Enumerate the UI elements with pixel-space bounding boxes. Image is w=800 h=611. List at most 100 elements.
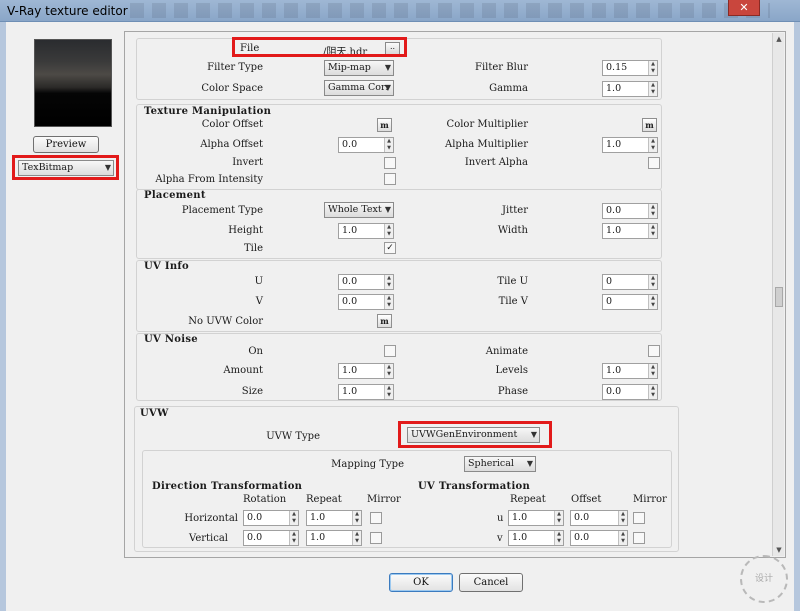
spinner-arrows-icon[interactable]: ▲ ▼	[384, 364, 393, 378]
width-field[interactable]: 1.0 ▲ ▼	[602, 223, 658, 239]
spinner-arrows-icon[interactable]: ▲ ▼	[554, 511, 563, 525]
placement-type-dropdown[interactable]: Whole Text ▼	[324, 202, 394, 218]
u-field[interactable]: 0.0 ▲ ▼	[338, 274, 394, 290]
jitter-field[interactable]: 0.0 ▲ ▼	[602, 203, 658, 219]
spinner-arrows-icon[interactable]: ▲ ▼	[648, 138, 657, 152]
size-value: 1.0	[342, 386, 358, 397]
spinner-arrows-icon[interactable]: ▲ ▼	[618, 531, 627, 545]
cancel-button[interactable]: Cancel	[459, 573, 523, 592]
vertical-scrollbar[interactable]: ▲ ▼	[772, 33, 784, 556]
filter-type-label: Filter Type	[207, 62, 263, 73]
spinner-arrows-icon[interactable]: ▲ ▼	[384, 275, 393, 289]
watermark-logo: 设计	[740, 555, 788, 603]
preview-button[interactable]: Preview	[33, 136, 99, 153]
alpha-from-intensity-checkbox[interactable]	[384, 173, 396, 185]
jitter-label: Jitter	[502, 205, 528, 216]
spinner-arrows-icon[interactable]: ▲ ▼	[648, 275, 657, 289]
mapping-type-label: Mapping Type	[331, 459, 404, 470]
color-offset-map-button[interactable]: m	[377, 118, 392, 132]
alpha-offset-field[interactable]: 0.0 ▲ ▼	[338, 137, 394, 153]
spinner-arrows-icon[interactable]: ▲ ▼	[384, 295, 393, 309]
spinner-arrows-icon[interactable]: ▲ ▼	[618, 511, 627, 525]
placement-type-value: Whole Text	[328, 204, 382, 215]
texture-preview-image	[34, 39, 112, 127]
spinner-arrows-icon[interactable]: ▲ ▼	[384, 385, 393, 399]
tile-v-value: 0	[606, 296, 613, 307]
alpha-multiplier-field[interactable]: 1.0 ▲ ▼	[602, 137, 658, 153]
amount-field[interactable]: 1.0 ▲ ▼	[338, 363, 394, 379]
v-mirror-checkbox[interactable]	[633, 532, 645, 544]
levels-field[interactable]: 1.0 ▲ ▼	[602, 363, 658, 379]
horizontal-mirror-checkbox[interactable]	[370, 512, 382, 524]
spinner-arrows-icon[interactable]: ▲ ▼	[648, 82, 657, 96]
mapping-type-dropdown[interactable]: Spherical ▼	[464, 456, 536, 472]
scroll-thumb[interactable]	[775, 287, 783, 307]
spinner-arrows-icon[interactable]: ▲ ▼	[352, 531, 361, 545]
scroll-up-icon[interactable]: ▲	[773, 33, 785, 45]
chevron-down-icon: ▼	[526, 459, 533, 468]
ok-button[interactable]: OK	[389, 573, 453, 592]
animate-checkbox[interactable]	[648, 345, 660, 357]
uv-noise-title: UV Noise	[144, 334, 198, 345]
color-multiplier-map-button[interactable]: m	[642, 118, 657, 132]
spinner-arrows-icon[interactable]: ▲ ▼	[648, 224, 657, 238]
no-uvw-color-map-button[interactable]: m	[377, 314, 392, 328]
height-field[interactable]: 1.0 ▲ ▼	[338, 223, 394, 239]
tile-u-field[interactable]: 0 ▲ ▼	[602, 274, 658, 290]
alpha-offset-value: 0.0	[342, 139, 358, 150]
spinner-arrows-icon[interactable]: ▲ ▼	[384, 224, 393, 238]
vertical-rotation-value: 0.0	[247, 532, 263, 543]
invert-alpha-checkbox[interactable]	[648, 157, 660, 169]
horizontal-repeat-field[interactable]: 1.0 ▲ ▼	[306, 510, 362, 526]
invert-checkbox[interactable]	[384, 157, 396, 169]
highlight-uvw-type	[398, 421, 552, 448]
spinner-arrows-icon[interactable]: ▲ ▼	[554, 531, 563, 545]
u-repeat-field[interactable]: 1.0 ▲ ▼	[508, 510, 564, 526]
horizontal-rotation-field[interactable]: 0.0 ▲ ▼	[243, 510, 299, 526]
texture-manipulation-title: Texture Manipulation	[144, 106, 272, 117]
vertical-rotation-field[interactable]: 0.0 ▲ ▼	[243, 530, 299, 546]
scroll-down-icon[interactable]: ▼	[773, 544, 785, 556]
spinner-arrows-icon[interactable]: ▲ ▼	[289, 531, 298, 545]
spinner-arrows-icon[interactable]: ▲ ▼	[289, 511, 298, 525]
vertical-repeat-field[interactable]: 1.0 ▲ ▼	[306, 530, 362, 546]
v-repeat-field[interactable]: 1.0 ▲ ▼	[508, 530, 564, 546]
gamma-value: 1.0	[606, 83, 622, 94]
filter-blur-field[interactable]: 0.15 ▲ ▼	[602, 60, 658, 76]
alpha-multiplier-value: 1.0	[606, 139, 622, 150]
tile-label: Tile	[244, 243, 263, 254]
v-offset-field[interactable]: 0.0 ▲ ▼	[570, 530, 628, 546]
u-mirror-checkbox[interactable]	[633, 512, 645, 524]
color-space-value: Gamma Corr	[328, 82, 391, 93]
uvw-type-label: UVW Type	[266, 431, 320, 442]
uv-mirror-header: Mirror	[633, 494, 667, 505]
spinner-arrows-icon[interactable]: ▲ ▼	[648, 204, 657, 218]
spinner-arrows-icon[interactable]: ▲ ▼	[648, 385, 657, 399]
noise-on-checkbox[interactable]	[384, 345, 396, 357]
title-bar: V-Ray texture editor ✕	[0, 0, 800, 22]
u-value: 0.0	[342, 276, 358, 287]
color-space-dropdown[interactable]: Gamma Corr ▼	[324, 80, 394, 96]
u-offset-field[interactable]: 0.0 ▲ ▼	[570, 510, 628, 526]
uvw-title: UVW	[140, 408, 169, 419]
chevron-down-icon: ▼	[384, 83, 391, 92]
on-label: On	[248, 346, 263, 357]
v-field[interactable]: 0.0 ▲ ▼	[338, 294, 394, 310]
spinner-arrows-icon[interactable]: ▲ ▼	[648, 61, 657, 75]
tile-checkbox[interactable]: ✓	[384, 242, 396, 254]
close-icon[interactable]: ✕	[728, 0, 760, 16]
v-value: 0.0	[342, 296, 358, 307]
spinner-arrows-icon[interactable]: ▲ ▼	[648, 295, 657, 309]
alpha-multiplier-label: Alpha Multiplier	[445, 139, 528, 150]
phase-field[interactable]: 0.0 ▲ ▼	[602, 384, 658, 400]
vertical-mirror-checkbox[interactable]	[370, 532, 382, 544]
tile-v-field[interactable]: 0 ▲ ▼	[602, 294, 658, 310]
vertical-repeat-value: 1.0	[310, 532, 326, 543]
size-field[interactable]: 1.0 ▲ ▼	[338, 384, 394, 400]
phase-value: 0.0	[606, 386, 622, 397]
spinner-arrows-icon[interactable]: ▲ ▼	[384, 138, 393, 152]
gamma-field[interactable]: 1.0 ▲ ▼	[602, 81, 658, 97]
filter-type-dropdown[interactable]: Mip-map ▼	[324, 60, 394, 76]
spinner-arrows-icon[interactable]: ▲ ▼	[648, 364, 657, 378]
spinner-arrows-icon[interactable]: ▲ ▼	[352, 511, 361, 525]
